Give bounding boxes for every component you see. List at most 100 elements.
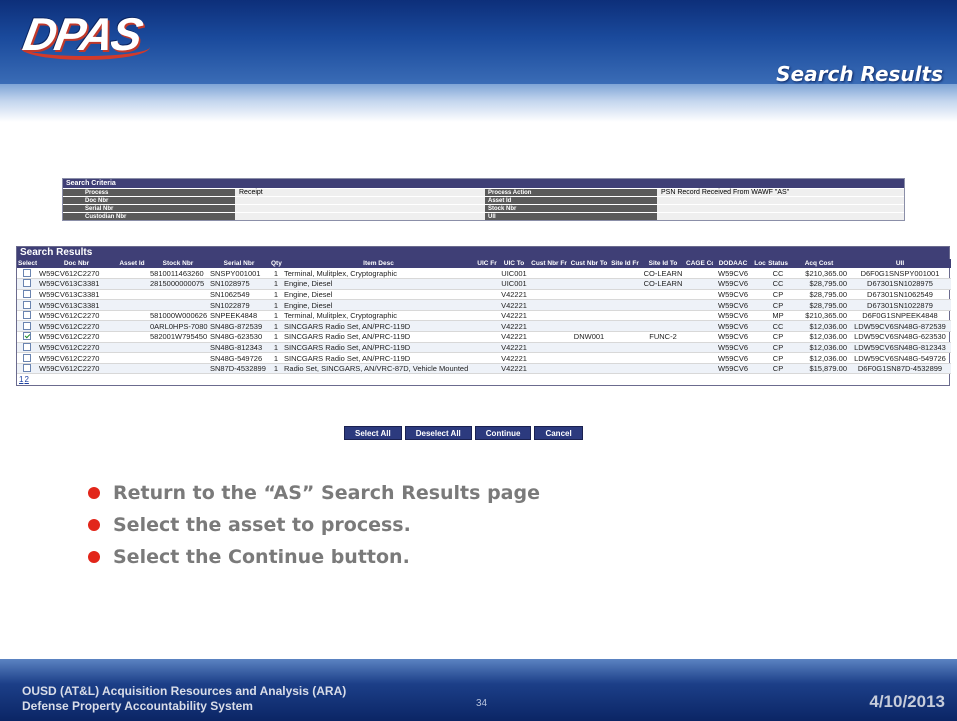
cell-desc: SINCGARS Radio Set, AN/PRC-119D	[282, 342, 475, 354]
column-header[interactable]: Status	[767, 259, 789, 268]
cell-cust-to	[569, 352, 609, 364]
select-all-button[interactable]: Select All	[344, 426, 402, 440]
cell-cust-fr	[529, 363, 569, 375]
column-header[interactable]: Site Id Fr	[609, 259, 641, 268]
column-header[interactable]: UIC Fr	[475, 259, 499, 268]
cell-dodaac: W59CV6	[713, 342, 753, 354]
cell-status: CP	[767, 299, 789, 311]
column-header[interactable]: Acq Cost	[789, 259, 849, 268]
cell-site-to	[641, 320, 685, 333]
cell-asset	[116, 363, 148, 375]
table-row[interactable]: W59CV612C2270 0ARL0HPS-7080 SN48G-872539 1 S…	[17, 320, 951, 333]
cell-site-fr	[609, 310, 641, 322]
column-header[interactable]: Cust Nbr To	[569, 259, 609, 268]
bullet-text: Select the Continue button.	[113, 546, 410, 568]
cell-uic-fr	[475, 268, 499, 280]
select-checkbox[interactable]	[23, 353, 31, 362]
header-fade	[0, 84, 957, 122]
cell-cust-fr	[529, 342, 569, 354]
select-checkbox[interactable]	[23, 268, 31, 277]
column-header[interactable]: UIC To	[499, 259, 529, 268]
cell-dodaac: W59CV6	[713, 363, 753, 375]
select-cell	[17, 320, 37, 333]
table-row[interactable]: W59CV612C2270 5810011463260 SNSPY001001 1 Te…	[17, 268, 951, 280]
column-header[interactable]: Serial Nbr	[208, 259, 270, 268]
cell-uic-fr	[475, 289, 499, 301]
select-checkbox[interactable]	[23, 342, 31, 351]
table-row[interactable]: W59CV612C2270 SN48G-549726 1 SINCGARS Radio…	[17, 352, 951, 364]
column-header[interactable]: Asset Id	[116, 259, 148, 268]
page-link[interactable]: 1	[19, 375, 23, 384]
cell-loc	[753, 320, 767, 333]
table-row[interactable]: W59CV613C3381 SN1062549 1 Engine, Diesel V42…	[17, 289, 951, 301]
table-row[interactable]: W59CV612C2270 582001W795450 SN48G-623530 1 S…	[17, 331, 951, 343]
footer-date: 4/10/2013	[869, 692, 945, 711]
cell-qty: 1	[270, 342, 282, 354]
select-cell	[17, 352, 37, 364]
select-checkbox[interactable]	[23, 279, 31, 288]
cell-cust-to	[569, 310, 609, 322]
column-header[interactable]: Cust Nbr Fr	[529, 259, 569, 268]
cell-dodaac: W59CV6	[713, 289, 753, 301]
table-row[interactable]: W59CV612C2270 SN87D-4532899 1 Radio Set, SI…	[17, 363, 951, 375]
cell-loc	[753, 352, 767, 364]
table-row[interactable]: W59CV613C3381 2815000000075 SN1028975 1 Engi…	[17, 278, 951, 290]
column-header[interactable]: Stock Nbr	[148, 259, 208, 268]
table-row[interactable]: W59CV612C2270 581000W000626 SNPEEK4848 1 Ter…	[17, 310, 951, 322]
cell-doc: W59CV612C2270	[37, 363, 116, 375]
table-row[interactable]: W59CV613C3381 SN1022879 1 Engine, Diesel V42…	[17, 299, 951, 311]
cell-uic-fr	[475, 299, 499, 311]
cell-uii: D67301SN1062549	[849, 289, 951, 301]
table-row[interactable]: W59CV612C2270 SN48G-812343 1 SINCGARS Radio…	[17, 342, 951, 354]
page-link[interactable]: 2	[24, 375, 28, 384]
column-header[interactable]: Select	[17, 259, 37, 268]
select-checkbox[interactable]	[23, 321, 31, 330]
column-header[interactable]: Loc	[753, 259, 767, 268]
cell-uic-fr	[475, 320, 499, 333]
select-checkbox[interactable]	[23, 289, 31, 298]
cell-cage	[685, 289, 713, 301]
cell-qty: 1	[270, 310, 282, 322]
select-checkbox[interactable]	[23, 332, 31, 341]
cell-cust-fr	[529, 352, 569, 364]
select-checkbox[interactable]	[23, 311, 31, 320]
cell-cust-to	[569, 268, 609, 280]
column-header[interactable]: UII	[849, 259, 951, 268]
search-criteria-panel: Search Criteria Process Receipt Process …	[62, 178, 905, 221]
column-header[interactable]: CAGE Cd	[685, 259, 713, 268]
cell-qty: 1	[270, 299, 282, 311]
column-header[interactable]: Item Desc	[282, 259, 475, 268]
cell-loc	[753, 363, 767, 375]
footer-line-1: OUSD (AT&L) Acquisition Resources and An…	[22, 684, 347, 698]
cell-doc: W59CV613C3381	[37, 278, 116, 290]
results-table: Select Doc Nbr Asset Id Stock Nbr Serial Nbr…	[17, 259, 951, 375]
select-checkbox[interactable]	[23, 300, 31, 309]
cell-dodaac: W59CV6	[713, 331, 753, 343]
cell-serial: SN87D-4532899	[208, 363, 270, 375]
select-checkbox[interactable]	[23, 364, 31, 373]
cell-uic-to: V42221	[499, 299, 529, 311]
select-cell	[17, 363, 37, 375]
criteria-value	[657, 205, 904, 212]
column-header[interactable]: Qty	[270, 259, 282, 268]
cell-cage	[685, 352, 713, 364]
cell-doc: W59CV612C2270	[37, 331, 116, 343]
column-header[interactable]: Site Id To	[641, 259, 685, 268]
cell-serial: SN1022879	[208, 299, 270, 311]
cancel-button[interactable]: Cancel	[534, 426, 583, 440]
cell-cust-to	[569, 278, 609, 290]
cell-uic-to: V42221	[499, 352, 529, 364]
column-header[interactable]: DODAAC	[713, 259, 753, 268]
continue-button[interactable]: Continue	[474, 426, 532, 440]
cell-asset	[116, 268, 148, 280]
deselect-all-button[interactable]: Deselect All	[404, 426, 472, 440]
select-cell	[17, 299, 37, 311]
criteria-row: Custodian Nbr UII	[63, 212, 904, 220]
cell-cust-fr	[529, 278, 569, 290]
cell-uic-fr	[475, 342, 499, 354]
cell-loc	[753, 342, 767, 354]
cell-cost: $12,036.00	[789, 352, 849, 364]
cell-desc: Terminal, Mulitplex, Cryptographic	[282, 268, 475, 280]
column-header[interactable]: Doc Nbr	[37, 259, 116, 268]
cell-uic-to: V42221	[499, 320, 529, 333]
